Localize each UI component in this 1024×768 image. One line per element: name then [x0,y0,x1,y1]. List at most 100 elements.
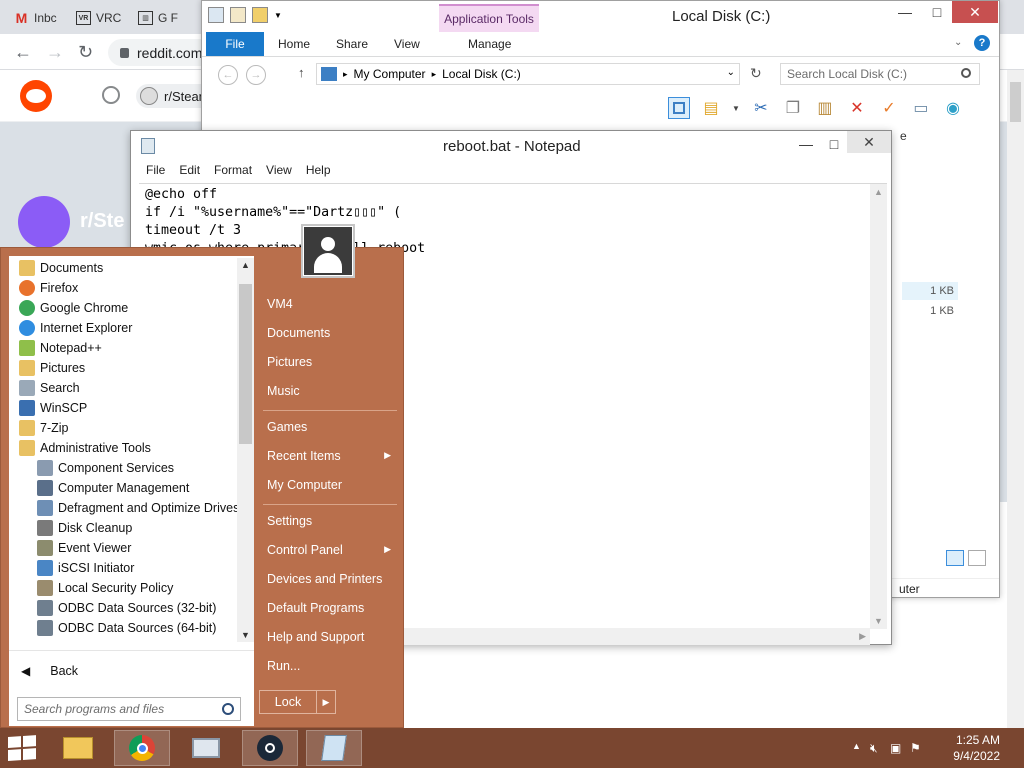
address-bar[interactable]: ▸ My Computer ▸ Local Disk (C:) ⌄ [316,63,740,85]
start-link-settings[interactable]: Settings [259,509,397,533]
task-manager-taskbar-button[interactable] [178,730,234,766]
ribbon-expand-icon[interactable]: ⌄ [954,37,962,48]
maximize-button[interactable]: □ [819,133,849,155]
program-item[interactable]: Local Security Policy [9,578,237,598]
properties-icon[interactable]: ▭ [910,97,932,119]
program-item[interactable]: Administrative Tools [9,438,237,458]
program-item[interactable]: 7-Zip [9,418,237,438]
explorer-titlebar[interactable]: ▼ Application Tools Local Disk (C:) — □ … [202,1,999,32]
file-size-cell[interactable]: 1 KB [902,302,958,320]
breadcrumb-my-computer[interactable]: My Computer [354,67,426,81]
program-item[interactable]: Pictures [9,358,237,378]
reload-icon[interactable]: ↻ [78,42,93,63]
network-icon[interactable]: ◉ [942,97,964,119]
refresh-icon[interactable]: ↻ [750,65,762,82]
clock-time[interactable]: 1:25 AM [956,733,1000,747]
breadcrumb-local-disk[interactable]: Local Disk (C:) [442,67,521,81]
program-item[interactable]: Computer Management [9,478,237,498]
start-link-pictures[interactable]: Pictures [259,350,397,374]
user-avatar[interactable] [301,224,355,278]
program-item[interactable]: Internet Explorer [9,318,237,338]
scrollbar-thumb[interactable] [239,284,252,444]
forward-arrow-icon[interactable]: → [46,42,64,63]
close-button[interactable]: ✕ [847,131,891,153]
rename-check-icon[interactable]: ✓ [878,97,900,119]
back-arrow-icon[interactable]: ← [14,42,32,63]
notepad-vertical-scrollbar[interactable]: ▲ ▼ [870,184,887,629]
menu-help[interactable]: Help [299,161,338,181]
program-item[interactable]: Search [9,378,237,398]
program-item[interactable]: Documents [9,258,237,278]
programs-scrollbar[interactable]: ▲ ▼ [237,258,254,642]
power-options-arrow-icon[interactable]: ▶ [316,690,336,714]
show-hidden-icons-icon[interactable]: ▲ [852,741,861,751]
program-item[interactable]: Firefox [9,278,237,298]
preview-pane-icon[interactable] [668,97,690,119]
tab-share[interactable]: Share [328,32,376,56]
minimize-button[interactable]: — [791,133,821,155]
browser-scrollbar[interactable] [1007,70,1024,728]
program-item[interactable]: iSCSI Initiator [9,558,237,578]
details-view-icon[interactable] [946,550,964,566]
program-item[interactable]: ODBC Data Sources (32-bit) [9,598,237,618]
browser-tab-bank[interactable]: ▥ G F [138,6,188,30]
program-item[interactable]: ODBC Data Sources (64-bit) [9,618,237,638]
browser-tab-vrc[interactable]: VR VRC [76,6,126,30]
clock-date[interactable]: 9/4/2022 [953,749,1000,763]
start-link-run[interactable]: Run... [259,654,397,678]
maximize-button[interactable]: □ [922,1,952,23]
up-arrow-icon[interactable]: ↑ [298,65,305,80]
help-icon[interactable]: ? [974,35,990,51]
tab-view[interactable]: View [386,32,428,56]
start-link-games[interactable]: Games [259,415,397,439]
properties-icon[interactable] [230,7,246,23]
start-link-music[interactable]: Music [259,379,397,403]
file-explorer-taskbar-button[interactable] [50,730,106,766]
menu-view[interactable]: View [259,161,299,181]
forward-arrow-icon[interactable]: → [246,65,266,85]
network-icon[interactable]: ▣ [890,741,901,755]
scroll-down-icon[interactable]: ▼ [241,630,250,640]
program-item[interactable]: Event Viewer [9,538,237,558]
program-item[interactable]: Google Chrome [9,298,237,318]
cut-icon[interactable]: ✂ [750,97,772,119]
back-arrow-icon[interactable]: ← [218,65,238,85]
menu-format[interactable]: Format [207,161,259,181]
program-item[interactable]: Notepad++ [9,338,237,358]
view-dropdown-icon[interactable]: ▼ [732,104,740,113]
back-button[interactable]: ◀ Back [9,660,254,682]
new-folder-icon[interactable] [252,7,268,23]
reddit-logo-icon[interactable] [20,80,52,112]
scroll-up-icon[interactable]: ▲ [874,187,883,197]
steam-taskbar-button[interactable] [242,730,298,766]
program-item[interactable]: WinSCP [9,398,237,418]
start-link-help-and-support[interactable]: Help and Support [259,625,397,649]
start-link-default-programs[interactable]: Default Programs [259,596,397,620]
start-link-recent-items[interactable]: Recent Items ▶ [259,444,397,468]
program-item[interactable]: Component Services [9,458,237,478]
tab-file[interactable]: File [206,32,264,56]
scroll-right-icon[interactable]: ▶ [859,631,866,642]
large-icons-view-icon[interactable] [968,550,986,566]
start-link-control-panel[interactable]: Control Panel ▶ [259,538,397,562]
windows-start-icon[interactable] [8,735,38,762]
menu-file[interactable]: File [139,161,172,181]
minimize-button[interactable]: — [890,1,920,23]
folder-options-icon[interactable]: ▤ [700,97,722,119]
file-size-cell[interactable]: 1 KB [902,282,958,300]
search-icon[interactable] [102,86,120,104]
copy-icon[interactable]: ❐ [782,97,804,119]
program-item[interactable]: Disk Cleanup [9,518,237,538]
start-link-documents[interactable]: Documents [259,321,397,345]
program-item[interactable]: Defragment and Optimize Drives [9,498,237,518]
explorer-search-input[interactable]: Search Local Disk (C:) [780,63,980,85]
menu-edit[interactable]: Edit [172,161,207,181]
delete-icon[interactable]: ✕ [846,97,868,119]
paste-icon[interactable]: ▥ [814,97,836,119]
notepad-titlebar[interactable]: reboot.bat - Notepad — □ ✕ [131,131,891,161]
volume-muted-icon[interactable]: 🔇︎ [870,741,878,756]
start-link-vm4[interactable]: VM4 [259,292,397,316]
tab-manage[interactable]: Manage [460,32,519,56]
browser-tab-gmail[interactable]: M Inbc [14,6,64,30]
start-link-my-computer[interactable]: My Computer [259,473,397,497]
